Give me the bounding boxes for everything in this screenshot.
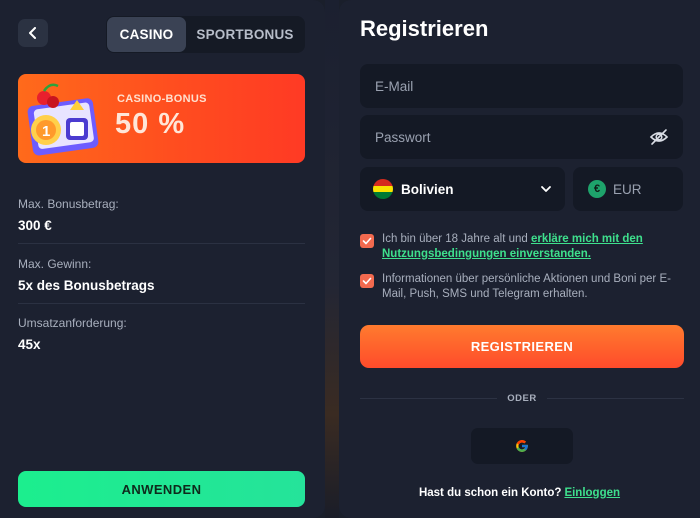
banner-value: 50 %	[115, 108, 186, 140]
password-field[interactable]	[375, 129, 668, 145]
page-title: Registrieren	[360, 16, 489, 41]
login-link[interactable]: Einloggen	[564, 487, 620, 499]
info-max-bonus: Max. Bonusbetrag: 300 €	[18, 197, 305, 233]
apply-button[interactable]: ANWENDEN	[18, 471, 305, 507]
info-value: 300 €	[18, 218, 52, 233]
or-divider: ODER	[360, 391, 685, 405]
bonus-panel: CASINO SPORTBONUS 1 CASINO-BONUS 50 % Ma…	[0, 0, 325, 518]
check-icon	[362, 237, 372, 245]
email-field[interactable]	[375, 78, 668, 94]
currency-select[interactable]: € EUR	[573, 167, 683, 211]
bonus-tabs: CASINO SPORTBONUS	[106, 16, 305, 53]
check-icon	[362, 277, 372, 285]
currency-name: EUR	[613, 181, 642, 197]
consent-age-checkbox[interactable]	[360, 234, 374, 248]
password-field-wrapper	[360, 115, 683, 159]
tab-sportbonus[interactable]: SPORTBONUS	[186, 17, 304, 52]
or-label: ODER	[507, 392, 537, 404]
consent-marketing-row: Informationen über persönliche Aktionen …	[360, 272, 683, 302]
email-field-wrapper	[360, 64, 683, 108]
google-login-button[interactable]	[471, 428, 573, 464]
consent-age-prefix: Ich bin über 18 Jahre alt und	[382, 233, 531, 245]
consent-marketing-text: Informationen über persönliche Aktionen …	[382, 273, 671, 300]
google-icon	[516, 440, 528, 452]
divider	[18, 243, 305, 244]
back-button[interactable]	[18, 19, 48, 47]
chevron-down-icon	[541, 186, 551, 192]
consent-age-text: Ich bin über 18 Jahre alt und erkläre mi…	[382, 232, 683, 262]
divider-line	[546, 397, 685, 399]
info-label: Max. Gewinn:	[18, 257, 92, 271]
back-arrow-icon	[29, 27, 36, 39]
registration-panel: Registrieren Bolivien €	[339, 0, 700, 518]
banner-label: CASINO-BONUS	[117, 93, 207, 105]
info-wagering: Umsatzanforderung: 45x	[18, 316, 305, 352]
casino-bonus-illustration: 1	[27, 83, 99, 156]
svg-text:1: 1	[42, 123, 50, 140]
casino-bonus-banner: 1 CASINO-BONUS 50 %	[18, 74, 305, 163]
info-value: 5x des Bonusbetrags	[18, 278, 155, 293]
register-button[interactable]: REGISTRIEREN	[360, 325, 684, 368]
consent-marketing-checkbox[interactable]	[360, 274, 374, 288]
euro-icon: €	[588, 180, 606, 198]
divider-line	[360, 397, 498, 399]
info-label: Max. Bonusbetrag:	[18, 197, 119, 211]
info-value: 45x	[18, 337, 41, 352]
info-max-win: Max. Gewinn: 5x des Bonusbetrags	[18, 257, 305, 293]
login-row: Hast du schon ein Konto? Einloggen	[339, 487, 700, 499]
consent-age-row: Ich bin über 18 Jahre alt und erkläre mi…	[360, 232, 683, 262]
eye-slash-icon[interactable]	[649, 127, 669, 147]
divider	[18, 303, 305, 304]
background-strip	[325, 0, 339, 518]
bolivia-flag-icon	[373, 179, 393, 199]
info-label: Umsatzanforderung:	[18, 316, 127, 330]
country-name: Bolivien	[401, 181, 454, 197]
login-prompt: Hast du schon ein Konto?	[418, 487, 562, 499]
country-select[interactable]: Bolivien	[360, 167, 565, 211]
registration-page: CASINO SPORTBONUS 1 CASINO-BONUS 50 % Ma…	[0, 0, 700, 518]
tab-casino[interactable]: CASINO	[107, 17, 186, 52]
